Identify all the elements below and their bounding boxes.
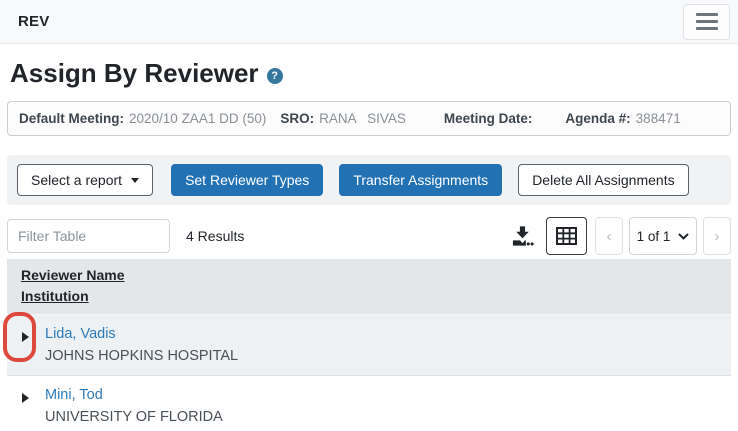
results-count: 4 Results: [186, 228, 244, 244]
default-meeting-value: 2020/10 ZAA1 DD (50): [129, 111, 266, 126]
expand-row-button[interactable]: [7, 325, 45, 347]
table-header: Reviewer Name Institution: [7, 259, 731, 314]
hamburger-icon: [696, 20, 718, 23]
sort-reviewer-name-link[interactable]: Reviewer Name: [21, 265, 125, 286]
sro-value: RANA SIVAS: [319, 111, 406, 126]
page-indicator: 1 of 1: [637, 229, 671, 244]
reviewer-table: Reviewer Name Institution Lida, Vadis JO…: [7, 259, 731, 431]
caret-down-icon: [131, 178, 139, 183]
column-settings-button[interactable]: [546, 217, 587, 255]
expand-row-button[interactable]: [7, 386, 45, 408]
table-row: Mini, Tod UNIVERSITY OF FLORIDA: [7, 375, 731, 431]
transfer-assignments-button[interactable]: Transfer Assignments: [339, 164, 502, 196]
default-meeting-label: Default Meeting:: [19, 111, 124, 126]
hamburger-icon: [696, 13, 718, 16]
hamburger-icon: [696, 27, 718, 30]
reviewer-name-link[interactable]: Lida, Vadis: [45, 325, 238, 344]
sro-label: SRO:: [280, 111, 314, 126]
reviewer-name-link[interactable]: Mini, Tod: [45, 386, 223, 405]
caret-right-icon: [22, 393, 29, 403]
select-report-dropdown[interactable]: Select a report: [17, 164, 153, 196]
table-controls-row: 4 Results ‹ 1 of 1: [7, 217, 731, 255]
select-report-label: Select a report: [31, 172, 122, 188]
page-select[interactable]: 1 of 1: [629, 217, 697, 255]
agenda-label: Agenda #:: [565, 111, 630, 126]
page-title: Assign By Reviewer: [10, 58, 259, 89]
page-header: Assign By Reviewer ?: [10, 58, 728, 89]
download-icon: [511, 225, 534, 247]
set-reviewer-types-button[interactable]: Set Reviewer Types: [171, 164, 323, 196]
meeting-info-bar: Default Meeting: 2020/10 ZAA1 DD (50) SR…: [7, 101, 731, 136]
delete-all-assignments-button[interactable]: Delete All Assignments: [518, 164, 688, 196]
agenda-value: 388471: [636, 111, 681, 126]
caret-right-icon: [22, 332, 29, 342]
help-icon[interactable]: ?: [267, 68, 283, 84]
actions-toolbar: Select a report Set Reviewer Types Trans…: [7, 155, 731, 205]
hamburger-menu-button[interactable]: [683, 4, 730, 40]
download-button[interactable]: [511, 225, 534, 247]
institution-text: UNIVERSITY OF FLORIDA: [45, 408, 223, 427]
previous-page-button[interactable]: ‹: [595, 217, 623, 255]
app-brand: REV: [18, 13, 49, 30]
sort-institution-link[interactable]: Institution: [21, 286, 89, 307]
top-app-bar: REV: [0, 0, 738, 44]
table-row: Lida, Vadis JOHNS HOPKINS HOSPITAL: [7, 314, 731, 375]
meeting-date-label: Meeting Date:: [444, 111, 533, 126]
chevron-down-icon: [678, 233, 689, 240]
table-grid-icon: [556, 227, 577, 245]
institution-text: JOHNS HOPKINS HOSPITAL: [45, 347, 238, 366]
filter-table-input[interactable]: [7, 219, 170, 253]
next-page-button[interactable]: ›: [703, 217, 731, 255]
